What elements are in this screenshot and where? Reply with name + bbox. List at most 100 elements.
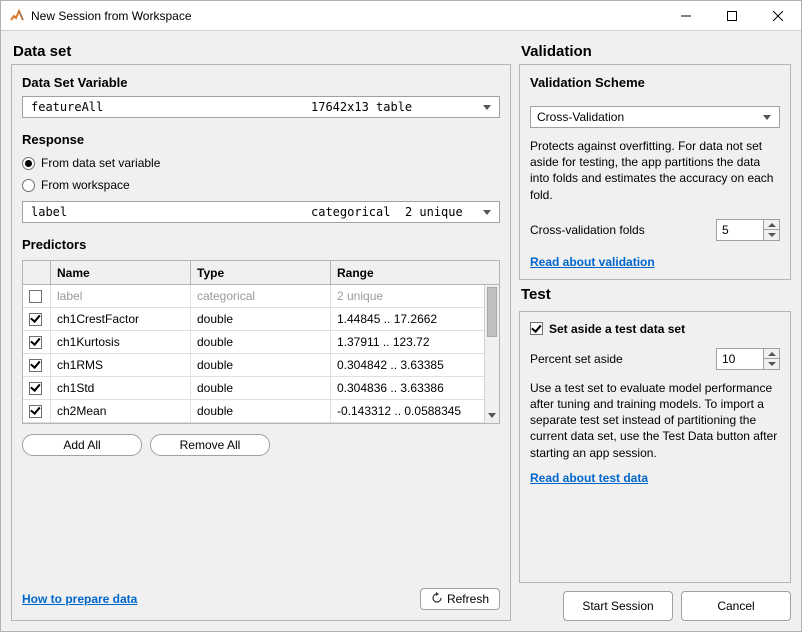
response-opt1-label: From data set variable — [41, 156, 160, 170]
validation-scheme-value: Cross-Validation — [537, 110, 759, 124]
folds-label: Cross-validation folds — [530, 223, 708, 237]
minimize-button[interactable] — [663, 1, 709, 31]
validation-panel: Validation Scheme Cross-Validation Prote… — [519, 64, 791, 280]
row-checkbox-cell — [23, 331, 51, 354]
response-opt2-label: From workspace — [41, 178, 130, 192]
refresh-icon — [431, 592, 443, 607]
response-label: Response — [22, 132, 500, 147]
row-type: double — [191, 354, 331, 377]
row-name: ch1CrestFactor — [51, 308, 191, 331]
row-type: double — [191, 308, 331, 331]
folds-spinner[interactable]: 5 — [716, 219, 780, 241]
row-name: ch1Kurtosis — [51, 331, 191, 354]
row-name: label — [51, 285, 191, 308]
table-row: ch1Stddouble0.304836 .. 3.63386 — [23, 377, 499, 400]
refresh-button[interactable]: Refresh — [420, 588, 500, 610]
validation-title: Validation — [521, 43, 791, 60]
validation-scheme-dropdown[interactable]: Cross-Validation — [530, 106, 780, 128]
row-name: ch2Mean — [51, 400, 191, 423]
chevron-down-icon — [479, 105, 495, 110]
spinner-down-icon[interactable] — [764, 359, 779, 369]
test-title: Test — [521, 286, 791, 303]
percent-label: Percent set aside — [530, 352, 708, 366]
row-checkbox[interactable] — [29, 382, 42, 395]
row-name: ch1RMS — [51, 354, 191, 377]
row-range: -0.143312 .. 0.0588345 — [331, 400, 499, 423]
row-checkbox[interactable] — [29, 313, 42, 326]
dataset-variable-label: Data Set Variable — [22, 75, 500, 90]
col-name: Name — [51, 261, 191, 285]
row-checkbox-cell — [23, 308, 51, 331]
row-range: 2 unique — [331, 285, 499, 308]
table-row: ch1Kurtosisdouble1.37911 .. 123.72 — [23, 331, 499, 354]
matlab-icon — [9, 8, 25, 24]
row-checkbox[interactable] — [29, 405, 42, 418]
remove-all-button[interactable]: Remove All — [150, 434, 270, 456]
close-button[interactable] — [755, 1, 801, 31]
row-checkbox-cell — [23, 400, 51, 423]
folds-value: 5 — [717, 220, 763, 240]
row-checkbox[interactable] — [29, 336, 42, 349]
titlebar: New Session from Workspace — [1, 1, 801, 31]
predictors-label: Predictors — [22, 237, 500, 252]
read-validation-link[interactable]: Read about validation — [530, 255, 780, 269]
scrollbar-thumb[interactable] — [487, 287, 497, 337]
row-checkbox-cell — [23, 354, 51, 377]
predictors-table: Name Type Range labelcategorical2 unique… — [22, 260, 500, 424]
row-type: double — [191, 331, 331, 354]
row-checkbox[interactable] — [29, 359, 42, 372]
row-checkbox[interactable] — [29, 290, 42, 303]
row-checkbox-cell — [23, 377, 51, 400]
chevron-down-icon — [479, 210, 495, 215]
response-variable-dropdown[interactable]: label categorical 2 unique — [22, 201, 500, 223]
dataset-panel: Data Set Variable featureAll 17642x13 ta… — [11, 64, 511, 621]
read-test-link[interactable]: Read about test data — [530, 471, 780, 485]
spinner-up-icon[interactable] — [764, 220, 779, 231]
response-radio-from-workspace[interactable]: From workspace — [22, 175, 500, 195]
response-radio-from-variable[interactable]: From data set variable — [22, 153, 500, 173]
table-row: labelcategorical2 unique — [23, 285, 499, 308]
validation-scheme-label: Validation Scheme — [530, 75, 780, 90]
table-row: ch1CrestFactordouble1.44845 .. 17.2662 — [23, 308, 499, 331]
row-range: 1.37911 .. 123.72 — [331, 331, 499, 354]
add-all-button[interactable]: Add All — [22, 434, 142, 456]
row-range: 0.304836 .. 3.63386 — [331, 377, 499, 400]
row-name: ch1Std — [51, 377, 191, 400]
maximize-button[interactable] — [709, 1, 755, 31]
validation-desc: Protects against overfitting. For data n… — [530, 138, 780, 203]
response-var-type: categorical — [311, 205, 390, 219]
row-type: double — [191, 377, 331, 400]
spinner-up-icon[interactable] — [764, 349, 779, 360]
set-aside-label: Set aside a test data set — [549, 322, 685, 336]
scrollbar-down[interactable] — [485, 408, 499, 423]
spinner-down-icon[interactable] — [764, 230, 779, 240]
dataset-title: Data set — [13, 43, 511, 60]
percent-spinner[interactable]: 10 — [716, 348, 780, 370]
row-type: categorical — [191, 285, 331, 308]
window-title: New Session from Workspace — [31, 9, 192, 23]
dataset-variable-dims: 17642x13 table — [311, 100, 479, 114]
how-to-prepare-link[interactable]: How to prepare data — [22, 592, 137, 606]
percent-value: 10 — [717, 349, 763, 369]
row-range: 0.304842 .. 3.63385 — [331, 354, 499, 377]
col-check — [23, 261, 51, 285]
table-row: ch1RMSdouble0.304842 .. 3.63385 — [23, 354, 499, 377]
table-row: ch2Meandouble-0.143312 .. 0.0588345 — [23, 400, 499, 423]
test-panel: Set aside a test data set Percent set as… — [519, 311, 791, 583]
chevron-down-icon — [759, 115, 775, 120]
dataset-variable-name: featureAll — [31, 100, 311, 114]
response-var-range: 2 unique — [405, 205, 463, 219]
set-aside-checkbox[interactable] — [530, 322, 543, 335]
cancel-button[interactable]: Cancel — [681, 591, 791, 621]
col-range: Range — [331, 261, 499, 285]
dataset-variable-dropdown[interactable]: featureAll 17642x13 table — [22, 96, 500, 118]
start-session-button[interactable]: Start Session — [563, 591, 673, 621]
response-var-name: label — [31, 205, 311, 219]
row-range: 1.44845 .. 17.2662 — [331, 308, 499, 331]
row-type: double — [191, 400, 331, 423]
table-scrollbar[interactable] — [484, 285, 499, 423]
col-type: Type — [191, 261, 331, 285]
refresh-label: Refresh — [447, 592, 489, 606]
test-desc: Use a test set to evaluate model perform… — [530, 380, 780, 461]
row-checkbox-cell — [23, 285, 51, 308]
